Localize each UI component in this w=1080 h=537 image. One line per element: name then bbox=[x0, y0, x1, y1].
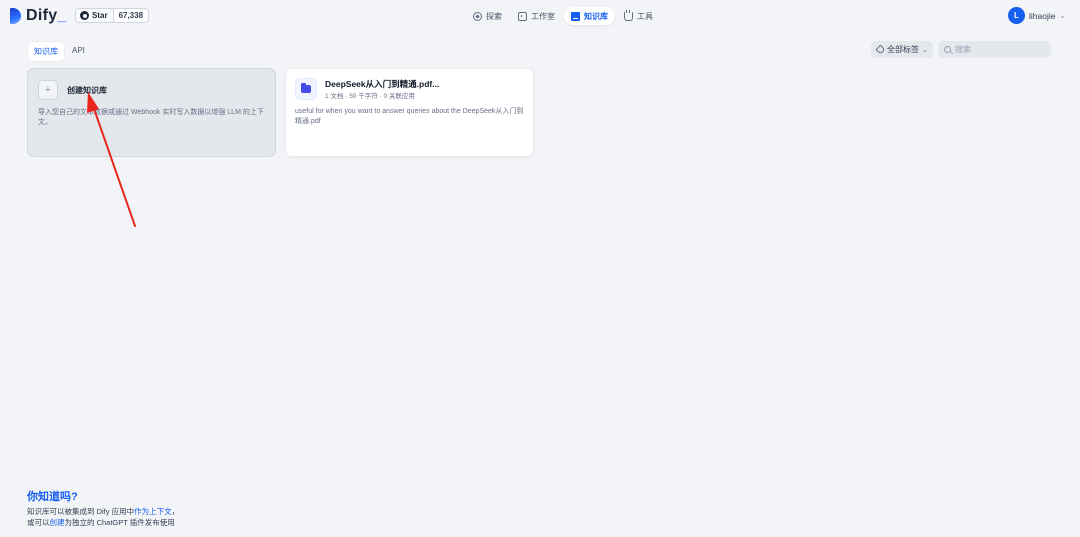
user-menu[interactable]: L lihaojie ⌄ bbox=[1008, 7, 1065, 24]
tips-text: 为独立的 ChatGPT 插件发布使用 bbox=[64, 517, 175, 527]
chevron-down-icon: ⌄ bbox=[922, 46, 928, 54]
tips-title: 你知道吗? bbox=[27, 491, 78, 503]
dataset-icon-box bbox=[295, 78, 317, 100]
tips-text: ， bbox=[171, 507, 180, 516]
dataset-meta: 1 文档 · 50 千字符 · 0 关联应用 bbox=[325, 93, 415, 100]
tips-line-1: 知识库可以被集成到 Dify 应用中作为上下文， bbox=[27, 507, 179, 518]
create-knowledge-title: 创建知识库 bbox=[67, 86, 107, 95]
book-icon bbox=[571, 11, 580, 21]
toolbox-icon bbox=[624, 9, 633, 21]
as-context-link[interactable]: 作为上下文 bbox=[134, 507, 172, 516]
nav-knowledge[interactable]: 知识库 bbox=[564, 7, 615, 25]
nav-explore[interactable]: 探索 bbox=[466, 7, 509, 25]
create-link[interactable]: 创建 bbox=[50, 518, 65, 527]
tips-text: 或可以 bbox=[27, 517, 50, 527]
github-star-count: 67,338 bbox=[118, 11, 144, 20]
dataset-tabs: 知识库 API bbox=[28, 42, 91, 61]
nav-studio-label: 工作室 bbox=[531, 11, 555, 21]
user-name: lihaojie bbox=[1029, 10, 1056, 21]
nav-tools[interactable]: 工具 bbox=[617, 7, 660, 25]
tab-api[interactable]: API bbox=[66, 42, 91, 61]
avatar: L bbox=[1008, 7, 1025, 24]
tag-icon bbox=[875, 44, 886, 55]
search-input[interactable] bbox=[955, 45, 1045, 54]
dify-logo-icon bbox=[10, 8, 21, 24]
top-header: Dify_ Star 67,338 探索 工作室 知识库 工具 L lihaoj… bbox=[0, 0, 1080, 32]
nav-knowledge-label: 知识库 bbox=[584, 11, 608, 21]
folder-icon bbox=[301, 83, 311, 93]
tag-filter-dropdown[interactable]: 全部标签 ⌄ bbox=[871, 41, 933, 58]
plus-icon: + bbox=[38, 80, 58, 100]
dataset-description: useful for when you want to answer queri… bbox=[295, 108, 524, 125]
search-icon bbox=[944, 46, 951, 53]
chevron-down-icon: ⌄ bbox=[1059, 12, 1066, 20]
search-box bbox=[938, 41, 1051, 58]
tips-line-2: 或可以创建为独立的 ChatGPT 插件发布使用 bbox=[27, 518, 179, 529]
github-star-label: Star bbox=[92, 11, 108, 20]
brand-suffix: _ bbox=[57, 7, 67, 24]
create-knowledge-card[interactable]: + 创建知识库 导入您自己的文本数据或通过 Webhook 实时写入数据以增强 … bbox=[27, 68, 276, 157]
nav-explore-label: 探索 bbox=[486, 11, 502, 21]
brand-name: Dify bbox=[26, 7, 58, 24]
nav-studio[interactable]: 工作室 bbox=[511, 7, 562, 25]
tag-filter-label: 全部标签 bbox=[887, 45, 919, 54]
github-icon bbox=[80, 11, 89, 20]
compass-icon bbox=[473, 11, 482, 21]
tab-knowledge[interactable]: 知识库 bbox=[28, 42, 64, 61]
dataset-title: DeepSeek从入门到精通.pdf... bbox=[325, 79, 440, 89]
create-knowledge-description: 导入您自己的文本数据或通过 Webhook 实时写入数据以增强 LLM 的上下文… bbox=[38, 109, 264, 126]
main-nav: 探索 工作室 知识库 工具 bbox=[466, 7, 660, 25]
github-star-button[interactable]: Star 67,338 bbox=[75, 8, 150, 23]
robot-icon bbox=[518, 11, 527, 21]
nav-tools-label: 工具 bbox=[637, 11, 653, 21]
dataset-card[interactable]: DeepSeek从入门到精通.pdf... 1 文档 · 50 千字符 · 0 … bbox=[285, 68, 534, 157]
did-you-know-tips: 你知道吗? 知识库可以被集成到 Dify 应用中作为上下文， 或可以创建为独立的… bbox=[27, 488, 179, 528]
tips-text: 知识库可以被集成到 Dify 应用中 bbox=[27, 507, 135, 516]
dify-logo[interactable]: Dify_ bbox=[10, 7, 67, 25]
